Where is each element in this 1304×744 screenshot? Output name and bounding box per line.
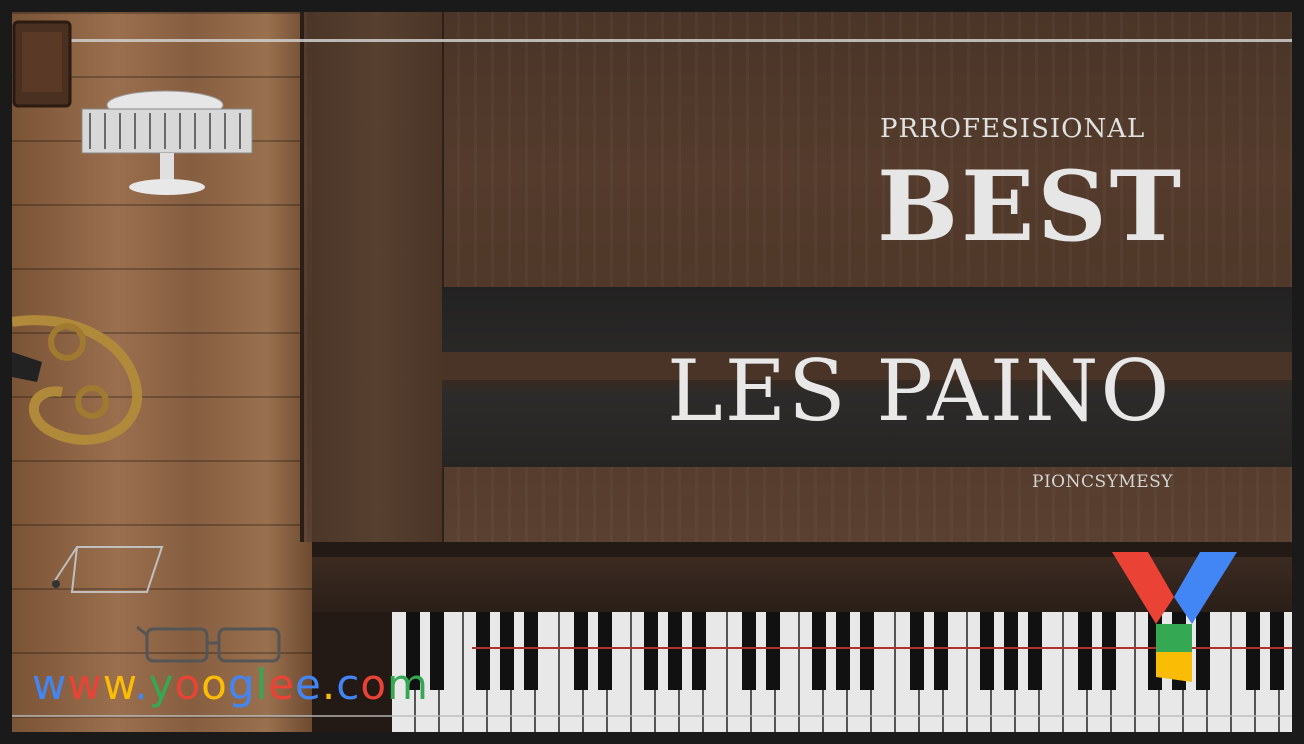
watermark-letter: o (201, 660, 228, 709)
piano-stool-icon (81, 90, 253, 195)
watermark-letter: y (148, 660, 175, 709)
watermark-letter: w (102, 660, 135, 709)
headline-top: PRROFESISIONAL (880, 114, 1146, 144)
watermark-letter: c (336, 660, 361, 709)
wooden-box-icon (12, 20, 72, 108)
eyeglasses-icon (52, 546, 164, 593)
headline-main: BEST (877, 150, 1185, 263)
horn-instrument-icon (12, 315, 143, 445)
piano-side-panel (312, 12, 444, 542)
y-logo-icon (1112, 552, 1237, 682)
watermark-letter: w (32, 660, 68, 709)
watermark-letter: o (360, 660, 388, 709)
watermark-letter: g (227, 660, 256, 709)
watermark-letter: e (295, 660, 322, 709)
watermark-letter: e (268, 660, 296, 709)
watermark-letter: w (67, 660, 103, 709)
watermark-letter: l (255, 660, 269, 709)
watermark-url: www.yooglee.com (32, 660, 429, 709)
watermark-letter: o (174, 660, 202, 709)
bottom-rule (12, 715, 1292, 717)
watermark-letter: m (387, 660, 429, 709)
piano-photo: PRROFESISIONAL BEST LES PAINO PIONCSYMES… (12, 12, 1292, 732)
headline-sub: LES PAINO (667, 342, 1172, 440)
top-rule (62, 39, 1292, 42)
image-frame: PRROFESISIONAL BEST LES PAINO PIONCSYMES… (0, 0, 1304, 744)
tagline: PIONCSYMESY (1032, 472, 1174, 492)
watermark-letter: . (134, 660, 149, 709)
watermark-letter: . (321, 660, 337, 709)
